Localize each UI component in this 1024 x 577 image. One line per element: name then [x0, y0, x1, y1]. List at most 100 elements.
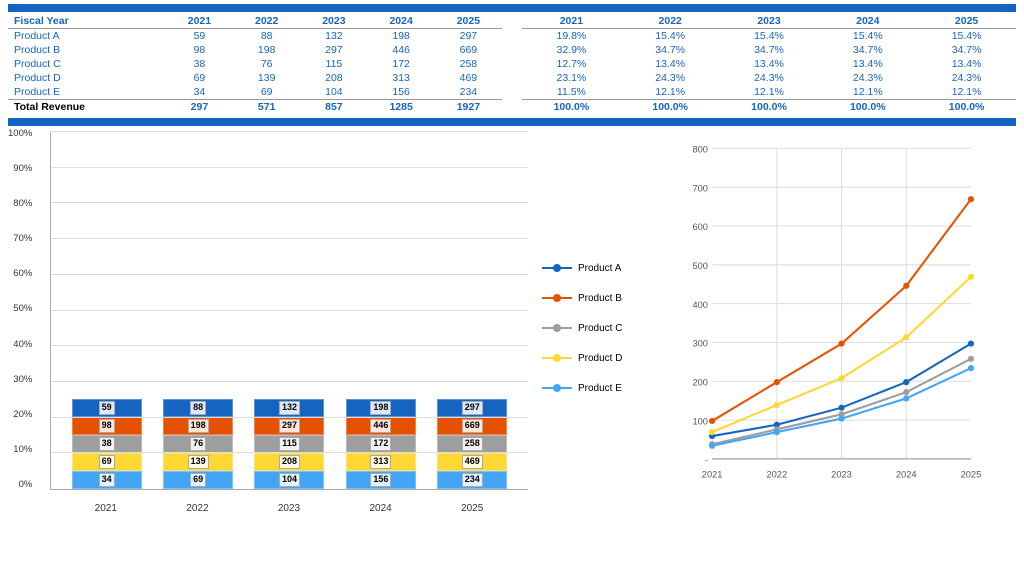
pct-table-row: 11.5%12.1%12.1%12.1%12.1%: [522, 85, 1016, 100]
svg-text:2022: 2022: [766, 470, 787, 480]
table-row: Product E3469104156234: [8, 85, 502, 100]
legend-label: Product E: [578, 383, 622, 394]
grid-line: [51, 345, 528, 346]
pct-cell: 19.8%: [522, 29, 621, 44]
line-chart-dot: [968, 365, 974, 371]
table-cell: 115: [300, 57, 367, 71]
line-chart-dot: [903, 389, 909, 395]
bar-chart-container: 0%10%20%30%40%50%60%70%80%90%100% 346938…: [8, 128, 528, 518]
y-axis-label: 20%: [13, 409, 32, 420]
svg-text:500: 500: [692, 261, 708, 271]
stacked-bar: 104208115297132: [254, 399, 324, 489]
line-chart-dot: [903, 283, 909, 289]
legend-item: Product D: [542, 352, 642, 364]
table-cell: 258: [435, 57, 502, 71]
chart-title: [8, 118, 1016, 126]
bar-value-label: 115: [279, 437, 300, 451]
line-chart-area: Product AProduct BProduct CProduct DProd…: [532, 128, 1016, 518]
table-cell: 208: [300, 71, 367, 85]
svg-text:2024: 2024: [896, 470, 917, 480]
table-cell: 669: [435, 43, 502, 57]
bar-value-label: 313: [370, 455, 391, 469]
legend-item: Product E: [542, 382, 642, 394]
bar-segment: 59: [72, 399, 142, 417]
pct-cell: 15.4%: [720, 29, 819, 44]
line-chart-dot: [774, 379, 780, 385]
stacked-bar: 234469258669297: [437, 399, 507, 489]
stacked-bar: 156313172446198: [346, 399, 416, 489]
bar-segment: 446: [346, 417, 416, 435]
y-axis-label: 70%: [13, 233, 32, 244]
pct-cell: 24.3%: [621, 71, 720, 85]
bar-value-label: 104: [279, 473, 300, 487]
bottom-section: 0%10%20%30%40%50%60%70%80%90%100% 346938…: [0, 118, 1024, 522]
bar-value-label: 669: [462, 419, 483, 433]
bar-value-label: 76: [190, 437, 206, 451]
pct-cell: 12.1%: [917, 85, 1016, 100]
x-axis-label: 2022: [162, 503, 232, 514]
bar-value-label: 446: [370, 419, 391, 433]
y-axis-label: 40%: [13, 339, 32, 350]
pct-table-row: 32.9%34.7%34.7%34.7%34.7%: [522, 43, 1016, 57]
bar-value-label: 234: [462, 473, 483, 487]
svg-text:-: -: [705, 455, 708, 465]
svg-text:400: 400: [692, 300, 708, 310]
bar-chart-area: 3469389859691397619888104208115297132156…: [50, 132, 528, 490]
pct-cell: 12.1%: [818, 85, 917, 100]
line-chart-dot: [709, 418, 715, 424]
legend-line-icon: [542, 382, 572, 394]
bar-segment: 69: [163, 471, 233, 489]
bar-value-label: 139: [188, 455, 209, 469]
bar-column: 691397619888: [163, 399, 233, 489]
bar-value-label: 98: [99, 419, 115, 433]
grid-line: [51, 381, 528, 382]
table-row: Product C3876115172258: [8, 57, 502, 71]
bar-segment: 104: [254, 471, 324, 489]
table-cell: 69: [166, 71, 233, 85]
legend-line-icon: [542, 262, 572, 274]
total-cell: 1285: [368, 100, 435, 115]
bar-segment: 469: [437, 453, 507, 471]
table-cell: 69: [233, 85, 300, 100]
bar-value-label: 69: [190, 473, 206, 487]
svg-text:2021: 2021: [702, 470, 723, 480]
pct-cell: 13.4%: [917, 57, 1016, 71]
y-axis-label: 90%: [13, 163, 32, 174]
total-label: Total Revenue: [8, 100, 166, 115]
bar-segment: 208: [254, 453, 324, 471]
table-cell: 297: [435, 29, 502, 44]
bar-value-label: 258: [462, 437, 483, 451]
bar-column: 104208115297132: [254, 399, 324, 489]
pct-col-2024: 2024: [818, 14, 917, 29]
bar-value-label: 297: [279, 419, 300, 433]
pct-total-cell: 100.0%: [917, 100, 1016, 115]
pct-total-cell: 100.0%: [522, 100, 621, 115]
pct-col-2023: 2023: [720, 14, 819, 29]
table-cell: 38: [166, 57, 233, 71]
stacked-bar: 3469389859: [72, 399, 142, 489]
pct-cell: 32.9%: [522, 43, 621, 57]
table-cell: 88: [233, 29, 300, 44]
bar-value-label: 38: [99, 437, 115, 451]
bar-segment: 258: [437, 435, 507, 453]
y-axis-label: 50%: [13, 303, 32, 314]
grid-line: [51, 202, 528, 203]
total-row: Total Revenue29757185712851927: [8, 100, 502, 115]
legend-item: Product A: [542, 262, 642, 274]
grid-line: [51, 452, 528, 453]
row-label: Product E: [8, 85, 166, 100]
bar-segment: 115: [254, 435, 324, 453]
pct-cell: 13.4%: [818, 57, 917, 71]
line-chart-dot: [968, 274, 974, 280]
line-chart-dot: [838, 405, 844, 411]
table-cell: 446: [368, 43, 435, 57]
total-cell: 571: [233, 100, 300, 115]
col-2022: 2022: [233, 14, 300, 29]
pct-cell: 12.1%: [720, 85, 819, 100]
svg-text:700: 700: [692, 183, 708, 193]
row-label: Product C: [8, 57, 166, 71]
legend-label: Product A: [578, 263, 621, 274]
grid-line: [51, 131, 528, 132]
bar-segment: 76: [163, 435, 233, 453]
svg-text:600: 600: [692, 222, 708, 232]
